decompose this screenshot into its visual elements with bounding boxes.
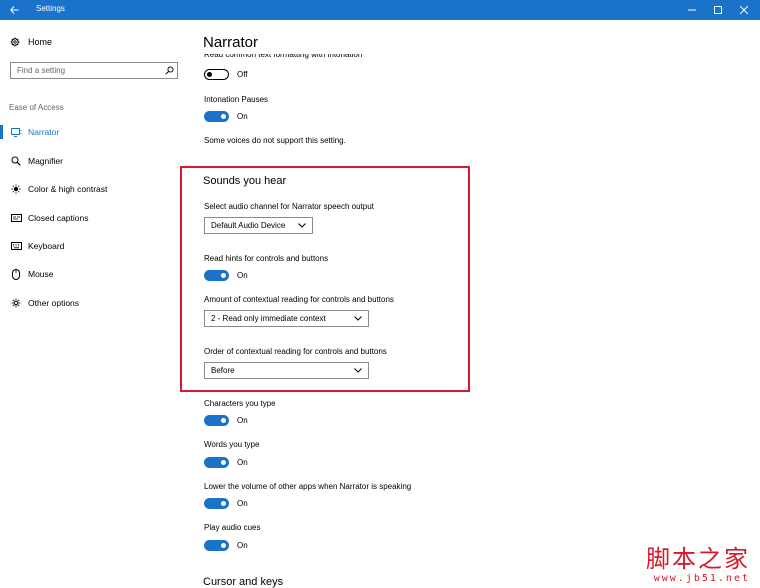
toggle-state: On (237, 112, 248, 121)
watermark-url: www.jb51.net (653, 573, 750, 584)
voices-note: Some voices do not support this setting. (204, 136, 346, 145)
back-arrow-icon (9, 6, 18, 14)
magnifier-icon (10, 156, 22, 166)
audio-cues-label: Play audio cues (204, 523, 261, 532)
characters-toggle[interactable] (204, 415, 229, 426)
sidebar-item-other-options[interactable]: Other options (0, 290, 190, 316)
keyboard-icon (10, 242, 22, 250)
watermark-text: 脚本之家 (646, 545, 750, 573)
sidebar-item-closed-captions[interactable]: Closed captions (0, 205, 190, 231)
search-input[interactable] (11, 63, 161, 78)
intonation-toggle-row: On (204, 111, 248, 122)
toggle-state: Off (237, 70, 248, 79)
maximize-button[interactable] (704, 0, 732, 20)
page-title: Narrator (203, 34, 259, 51)
audio-cues-toggle[interactable] (204, 540, 229, 551)
highlight-box (180, 166, 470, 392)
mouse-icon (10, 268, 22, 280)
toggle-state: On (237, 416, 248, 425)
words-toggle[interactable] (204, 457, 229, 468)
close-icon (740, 6, 748, 14)
lower-volume-toggle[interactable] (204, 498, 229, 509)
minimize-button[interactable] (678, 0, 706, 20)
back-button[interactable] (0, 0, 28, 20)
sidebar-item-mouse[interactable]: Mouse (0, 261, 190, 287)
words-label: Words you type (204, 440, 260, 449)
lower-volume-toggle-row: On (204, 498, 248, 509)
toggle-state: On (237, 541, 248, 550)
characters-label: Characters you type (204, 399, 276, 408)
color-contrast-icon (10, 184, 22, 194)
title-bar: Settings (0, 0, 760, 20)
intonation-label: Intonation Pauses (204, 95, 269, 104)
sidebar-item-magnifier[interactable]: Magnifier (0, 148, 190, 174)
maximize-icon (714, 6, 722, 14)
search-box[interactable] (10, 62, 178, 79)
search-icon[interactable] (161, 66, 177, 75)
window-title: Settings (36, 4, 65, 13)
other-options-icon (10, 298, 22, 308)
cut-setting-label: Read common text formatting with intonat… (204, 54, 363, 59)
closed-captions-icon (10, 214, 22, 222)
section-title-cursor-keys: Cursor and keys (203, 576, 284, 588)
audio-cues-toggle-row: On (204, 540, 248, 551)
intonation-toggle[interactable] (204, 111, 229, 122)
sidebar-item-narrator[interactable]: Narrator (0, 119, 190, 145)
toggle-state: On (237, 458, 248, 467)
minimize-icon (688, 9, 696, 11)
gear-icon (10, 37, 20, 47)
cut-setting-toggle-row: Off (204, 69, 248, 80)
home-link[interactable]: Home (10, 37, 52, 47)
characters-toggle-row: On (204, 415, 248, 426)
watermark: 脚本之家 www.jb51.net (646, 545, 750, 584)
sidebar-item-color-contrast[interactable]: Color & high contrast (0, 176, 190, 202)
lower-volume-label: Lower the volume of other apps when Narr… (204, 482, 412, 491)
sidebar-section-label: Ease of Access (9, 103, 64, 112)
narrator-icon (10, 127, 22, 137)
words-toggle-row: On (204, 457, 248, 468)
close-button[interactable] (730, 0, 758, 20)
cut-setting-toggle[interactable] (204, 69, 229, 80)
home-label: Home (28, 37, 53, 47)
sidebar-item-keyboard[interactable]: Keyboard (0, 233, 190, 259)
toggle-state: On (237, 499, 248, 508)
